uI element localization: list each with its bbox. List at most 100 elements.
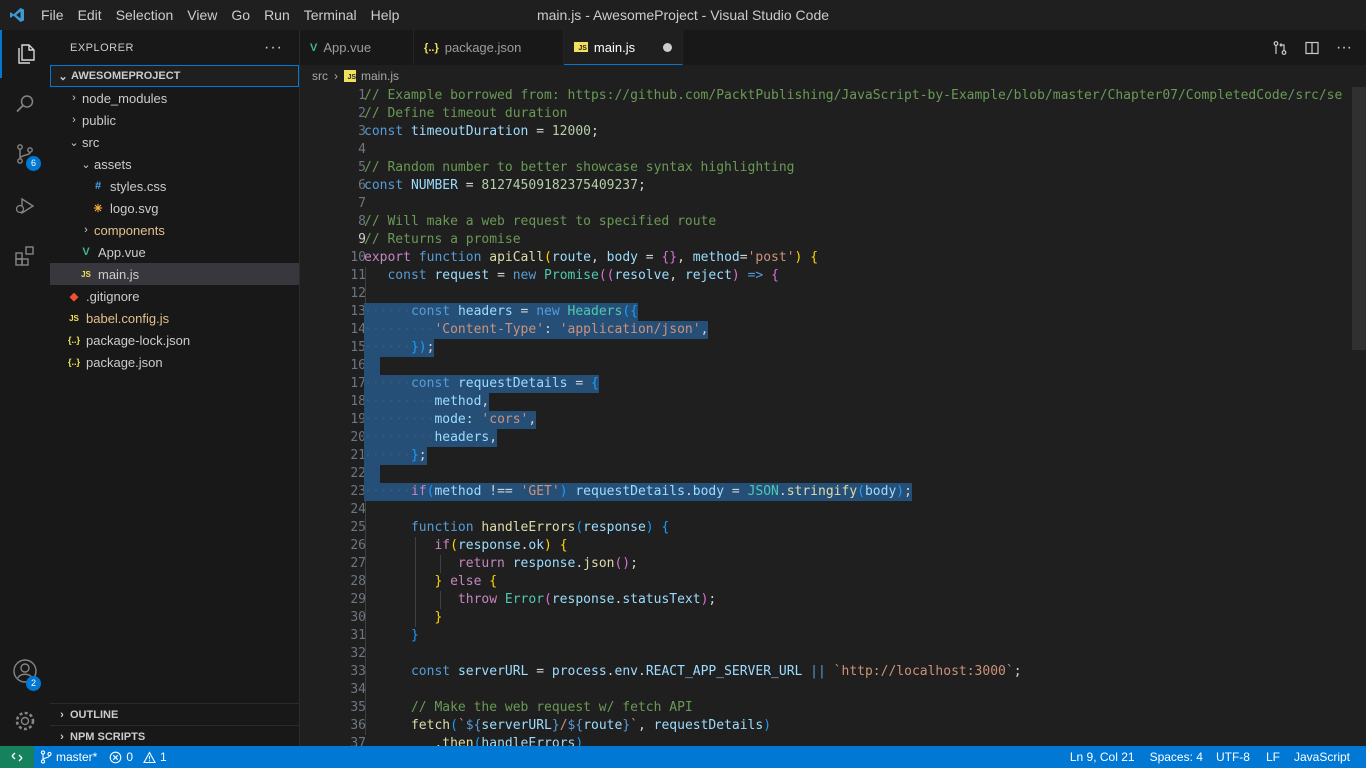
- file-item[interactable]: {..} package-lock.json: [50, 329, 299, 351]
- accounts-activity-button[interactable]: 2: [0, 647, 50, 695]
- code-token: handleErrors: [481, 736, 576, 746]
- code-token: =: [457, 178, 482, 193]
- line-number: 8: [358, 214, 366, 229]
- code-token: .: [364, 736, 443, 746]
- code-text: ······});: [364, 339, 435, 357]
- encoding[interactable]: UTF-8: [1208, 750, 1258, 764]
- line-number: 35: [350, 700, 366, 715]
- code-token: .: [606, 664, 615, 679]
- cursor-position[interactable]: Ln 9, Col 21: [1060, 750, 1145, 764]
- npm-scripts-section-header[interactable]: › NPM SCRIPTS: [50, 725, 299, 747]
- extensions-activity-button[interactable]: [0, 232, 50, 280]
- code-token: =: [724, 484, 748, 499]
- code-token: ;: [418, 448, 427, 463]
- more-actions-icon[interactable]: ···: [1336, 39, 1352, 57]
- problems-indicator[interactable]: 0 1: [103, 750, 172, 764]
- code-token: statusText: [622, 592, 701, 607]
- code-token: ······: [364, 484, 411, 499]
- chevron-right-icon: ›: [60, 708, 64, 721]
- code-token: response: [551, 592, 615, 607]
- menu-edit[interactable]: Edit: [71, 0, 109, 30]
- menu-terminal[interactable]: Terminal: [297, 0, 364, 30]
- menu-view[interactable]: View: [180, 0, 224, 30]
- folder-item[interactable]: › components: [50, 219, 299, 241]
- line-number: 33: [350, 664, 366, 679]
- code-token: ): [645, 520, 654, 535]
- tab-app-vue[interactable]: V App.vue: [300, 30, 415, 65]
- line-number: 26: [350, 538, 366, 553]
- code-token: ({: [622, 304, 638, 319]
- files-icon: [18, 44, 35, 64]
- menu-help[interactable]: Help: [364, 0, 407, 30]
- source-control-activity-button[interactable]: 6: [0, 130, 50, 178]
- end-of-line[interactable]: LF: [1258, 750, 1288, 764]
- code-token: =: [489, 268, 513, 283]
- vscode-logo-icon: [0, 0, 34, 30]
- code-token: 'GET': [520, 484, 560, 499]
- project-section-header[interactable]: ⌄ AWESOMEPROJECT: [50, 65, 299, 87]
- line-number: 9: [358, 232, 366, 247]
- file-item[interactable]: JS babel.config.js: [50, 307, 299, 329]
- folder-item[interactable]: › public: [50, 109, 299, 131]
- code-text: ·········method,: [364, 393, 490, 411]
- breadcrumb-file[interactable]: main.js: [361, 69, 399, 83]
- file-item[interactable]: V App.vue: [50, 241, 299, 263]
- code-line: 31 }: [300, 627, 1366, 645]
- code-token: const: [410, 304, 458, 319]
- breadcrumb-folder[interactable]: src: [312, 69, 328, 83]
- code-token: ;: [708, 592, 717, 607]
- code-line: 1// Example borrowed from: https://githu…: [300, 87, 1366, 105]
- folder-item[interactable]: › node_modules: [50, 87, 299, 109]
- run-debug-activity-button[interactable]: [0, 182, 50, 230]
- code-text: if(response.ok) {: [364, 537, 567, 555]
- branch-indicator[interactable]: master*: [34, 750, 103, 764]
- unsaved-dot-icon[interactable]: [663, 42, 673, 52]
- code-editor[interactable]: 1// Example borrowed from: https://githu…: [300, 87, 1366, 746]
- manage-activity-button[interactable]: [0, 697, 50, 745]
- outline-section-header[interactable]: › OUTLINE: [50, 703, 299, 725]
- language-mode[interactable]: JavaScript: [1288, 750, 1356, 764]
- menu-selection[interactable]: Selection: [109, 0, 181, 30]
- code-line: 10 export function apiCall(route, body = …: [300, 249, 1366, 267]
- code-text: // Random number to better showcase synt…: [364, 159, 794, 177]
- folder-item[interactable]: ⌄ assets: [50, 153, 299, 175]
- line-number: 20: [350, 430, 366, 445]
- indentation[interactable]: Spaces: 4: [1145, 750, 1208, 764]
- line-number: 29: [350, 592, 366, 607]
- menu-go[interactable]: Go: [224, 0, 257, 30]
- tab-package-json[interactable]: {..} package.json: [414, 30, 565, 65]
- vertical-scrollbar[interactable]: [1352, 87, 1366, 746]
- explorer-activity-button[interactable]: [0, 30, 50, 78]
- editor-tab-bar: V App.vue {..} package.json JS main.js ···: [300, 30, 1366, 65]
- more-actions-icon[interactable]: ···: [264, 39, 283, 57]
- code-token: // Define timeout duration: [364, 106, 568, 121]
- code-line: 15 ······});: [300, 339, 1366, 357]
- code-token: }: [551, 718, 560, 733]
- source-control-badge: 6: [26, 156, 41, 171]
- code-token: 'Content-Type': [434, 322, 545, 337]
- line-number: 3: [358, 124, 366, 139]
- code-token: process: [551, 664, 607, 679]
- tree-item-label: node_modules: [82, 90, 168, 106]
- tab-main-js[interactable]: JS main.js: [564, 30, 684, 65]
- file-item[interactable]: {..} package.json: [50, 351, 299, 373]
- code-token: return: [457, 556, 513, 571]
- menu-run[interactable]: Run: [257, 0, 297, 30]
- tree-item-label: .gitignore: [86, 288, 140, 304]
- remote-indicator[interactable]: [0, 746, 34, 768]
- file-item[interactable]: ◆ .gitignore: [50, 285, 299, 307]
- file-item[interactable]: JS main.js: [50, 263, 299, 285]
- menu-file[interactable]: File: [34, 0, 71, 30]
- scrollbar-thumb[interactable]: [1352, 87, 1366, 350]
- code-token: resolve: [614, 268, 670, 283]
- file-item[interactable]: # styles.css: [50, 175, 299, 197]
- file-item[interactable]: ✳ logo.svg: [50, 197, 299, 219]
- open-changes-icon[interactable]: [1272, 40, 1288, 56]
- folder-item[interactable]: ⌄ src: [50, 131, 299, 153]
- code-token: ok: [528, 538, 545, 553]
- vue-icon: V: [310, 41, 318, 54]
- split-editor-icon[interactable]: [1304, 40, 1320, 56]
- code-token: mode: [434, 412, 466, 427]
- search-activity-button[interactable]: [0, 80, 50, 128]
